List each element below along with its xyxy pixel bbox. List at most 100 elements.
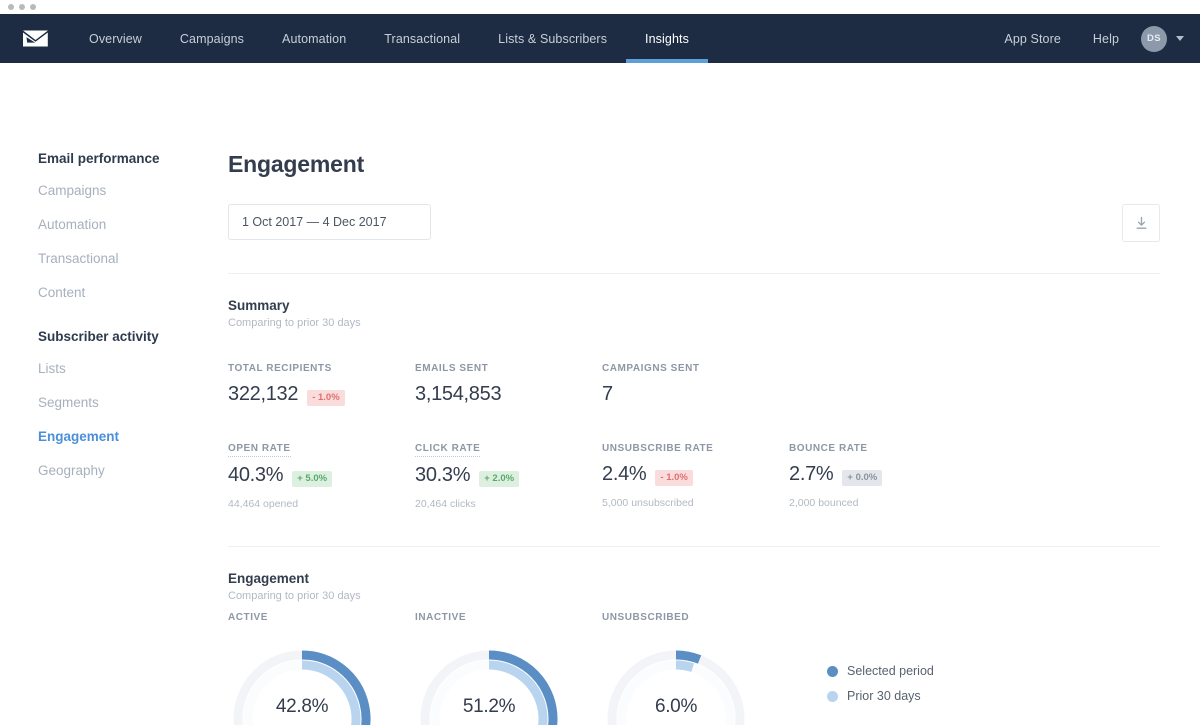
metric-value-row: 40.3%+ 5.0%	[228, 464, 415, 487]
sidebar-item-geography[interactable]: Geography	[38, 463, 228, 478]
nav-primary-items: OverviewCampaignsAutomationTransactional…	[70, 14, 708, 63]
date-range-picker[interactable]: 1 Oct 2017 — 4 Dec 2017	[228, 204, 431, 240]
nav-item-lists-subscribers[interactable]: Lists & Subscribers	[479, 14, 626, 63]
nav-item-insights[interactable]: Insights	[626, 14, 708, 63]
page-body: Email performance Campaigns Automation Tran…	[0, 63, 1200, 725]
metric-label[interactable]: CLICK RATE	[415, 443, 480, 457]
metric-card: CAMPAIGNS SENT 7	[602, 358, 789, 406]
sidebar-group: Subscriber activity Lists Segments Engageme…	[38, 329, 228, 478]
donut-value: 42.8%	[276, 696, 328, 718]
metric-value: 322,132	[228, 383, 298, 406]
metric-delta-badge: + 2.0%	[479, 471, 519, 487]
metric-value: 7	[602, 383, 613, 406]
metric-subtext: 2,000 bounced	[789, 497, 976, 509]
engagement-section: Engagement Comparing to prior 30 days AC…	[228, 571, 1160, 725]
metric-delta-badge: + 5.0%	[292, 471, 332, 487]
metric-value: 2.4%	[602, 463, 646, 486]
engagement-subtitle: Comparing to prior 30 days	[228, 590, 1160, 602]
donut-label: ACTIVE	[228, 612, 415, 623]
sidebar-item-content[interactable]: Content	[38, 285, 228, 300]
nav-item-transactional[interactable]: Transactional	[365, 14, 479, 63]
chart-legend: Selected period Prior 30 days	[827, 664, 934, 714]
summary-subtitle: Comparing to prior 30 days	[228, 317, 1160, 329]
metric-label: CAMPAIGNS SENT	[602, 363, 700, 374]
donut-value: 6.0%	[655, 696, 697, 718]
top-navbar: OverviewCampaignsAutomationTransactional…	[0, 14, 1200, 63]
donut-center: 42.8%+ 3.0%	[228, 645, 376, 725]
donut-value: 51.2%	[463, 696, 515, 718]
summary-divider	[228, 546, 1160, 547]
donut-chart: 42.8%+ 3.0%	[228, 645, 376, 725]
nav-item-automation[interactable]: Automation	[263, 14, 365, 63]
donut-chart: 51.2%- 2.0%	[415, 645, 563, 725]
metric-value-row: 3,154,853	[415, 383, 602, 406]
sidebar-group: Email performance Campaigns Automation Tran…	[38, 151, 228, 300]
metric-value: 30.3%	[415, 464, 470, 487]
sidebar-item-engagement[interactable]: Engagement	[38, 429, 228, 444]
sidebar-item-segments[interactable]: Segments	[38, 395, 228, 410]
window-titlebar	[0, 0, 1200, 14]
main-content: Engagement 1 Oct 2017 — 4 Dec 2017 Summa…	[228, 63, 1200, 725]
app-logo[interactable]	[0, 14, 70, 63]
sidebar-group-title: Subscriber activity	[38, 329, 228, 344]
summary-totals-row: TOTAL RECIPIENTS322,132- 1.0%EMAILS SENT…	[228, 358, 1160, 406]
toolbar: 1 Oct 2017 — 4 Dec 2017	[228, 204, 1160, 242]
donut-center: 51.2%- 2.0%	[415, 645, 563, 725]
nav-secondary-items: App Store Help DS	[988, 14, 1200, 63]
nav-item-help[interactable]: Help	[1077, 32, 1135, 46]
metric-delta-badge: - 1.0%	[655, 470, 692, 486]
summary-title: Summary	[228, 298, 1160, 313]
window-dot-maximize[interactable]	[30, 4, 36, 10]
date-range-value: 1 Oct 2017 — 4 Dec 2017	[242, 215, 387, 229]
donut-row: ACTIVE 42.8%+ 3.0% INACTIVE 51.2%- 2.0% UNSU…	[228, 612, 1160, 725]
summary-rates-row: OPEN RATE 40.3%+ 5.0% 44,464 opened CLICK R…	[228, 438, 1160, 510]
metric-card: BOUNCE RATE2.7%+ 0.0%2,000 bounced	[789, 438, 976, 510]
download-icon	[1134, 216, 1149, 231]
metric-card: OPEN RATE 40.3%+ 5.0% 44,464 opened	[228, 438, 415, 510]
toolbar-divider	[228, 273, 1160, 274]
donut-card: ACTIVE 42.8%+ 3.0%	[228, 612, 415, 725]
metric-label[interactable]: OPEN RATE	[228, 443, 291, 457]
envelope-logo-icon	[22, 29, 49, 48]
donut-label: INACTIVE	[415, 612, 602, 623]
donut-label: UNSUBSCRIBED	[602, 612, 789, 623]
metric-subtext: 5,000 unsubscribed	[602, 497, 789, 509]
metric-subtext: 20,464 clicks	[415, 498, 602, 510]
metric-value: 3,154,853	[415, 383, 501, 406]
export-button[interactable]	[1122, 204, 1160, 242]
avatar[interactable]: DS	[1141, 26, 1167, 52]
metric-value-row: 7	[602, 383, 789, 406]
window-dot-close[interactable]	[8, 4, 14, 10]
nav-item-app-store[interactable]: App Store	[988, 32, 1077, 46]
metric-label: TOTAL RECIPIENTS	[228, 363, 332, 374]
metric-delta-badge: - 1.0%	[307, 390, 344, 406]
metric-value: 2.7%	[789, 463, 833, 486]
metric-value-row: 2.4% - 1.0%	[602, 463, 789, 486]
legend-color-swatch	[827, 691, 838, 702]
legend-label: Selected period	[847, 664, 934, 678]
sidebar-item-automation[interactable]: Automation	[38, 217, 228, 232]
sidebar: Email performance Campaigns Automation Tran…	[0, 63, 228, 725]
summary-section: Summary Comparing to prior 30 days TOTAL…	[228, 298, 1160, 510]
metric-value-row: 30.3% + 2.0%	[415, 464, 602, 487]
metric-value-row: 2.7% + 0.0%	[789, 463, 976, 486]
legend-item[interactable]: Prior 30 days	[827, 689, 934, 703]
chevron-down-icon[interactable]	[1176, 36, 1184, 41]
sidebar-item-lists[interactable]: Lists	[38, 361, 228, 376]
donut-card: INACTIVE 51.2%- 2.0%	[415, 612, 602, 725]
page-title: Engagement	[228, 151, 1160, 178]
sidebar-item-transactional[interactable]: Transactional	[38, 251, 228, 266]
metric-subtext: 44,464 opened	[228, 498, 415, 510]
window-dot-minimize[interactable]	[19, 4, 25, 10]
donut-chart: 6.0%+ 1.0%	[602, 645, 750, 725]
metric-value-row: 322,132 - 1.0%	[228, 383, 415, 406]
legend-item[interactable]: Selected period	[827, 664, 934, 678]
nav-item-overview[interactable]: Overview	[70, 14, 161, 63]
metric-delta-badge: + 0.0%	[842, 470, 882, 486]
metric-card: TOTAL RECIPIENTS 322,132 - 1.0%	[228, 358, 415, 406]
legend-color-swatch	[827, 666, 838, 677]
nav-item-campaigns[interactable]: Campaigns	[161, 14, 263, 63]
sidebar-group-title: Email performance	[38, 151, 228, 166]
sidebar-item-campaigns[interactable]: Campaigns	[38, 183, 228, 198]
engagement-title: Engagement	[228, 571, 1160, 586]
